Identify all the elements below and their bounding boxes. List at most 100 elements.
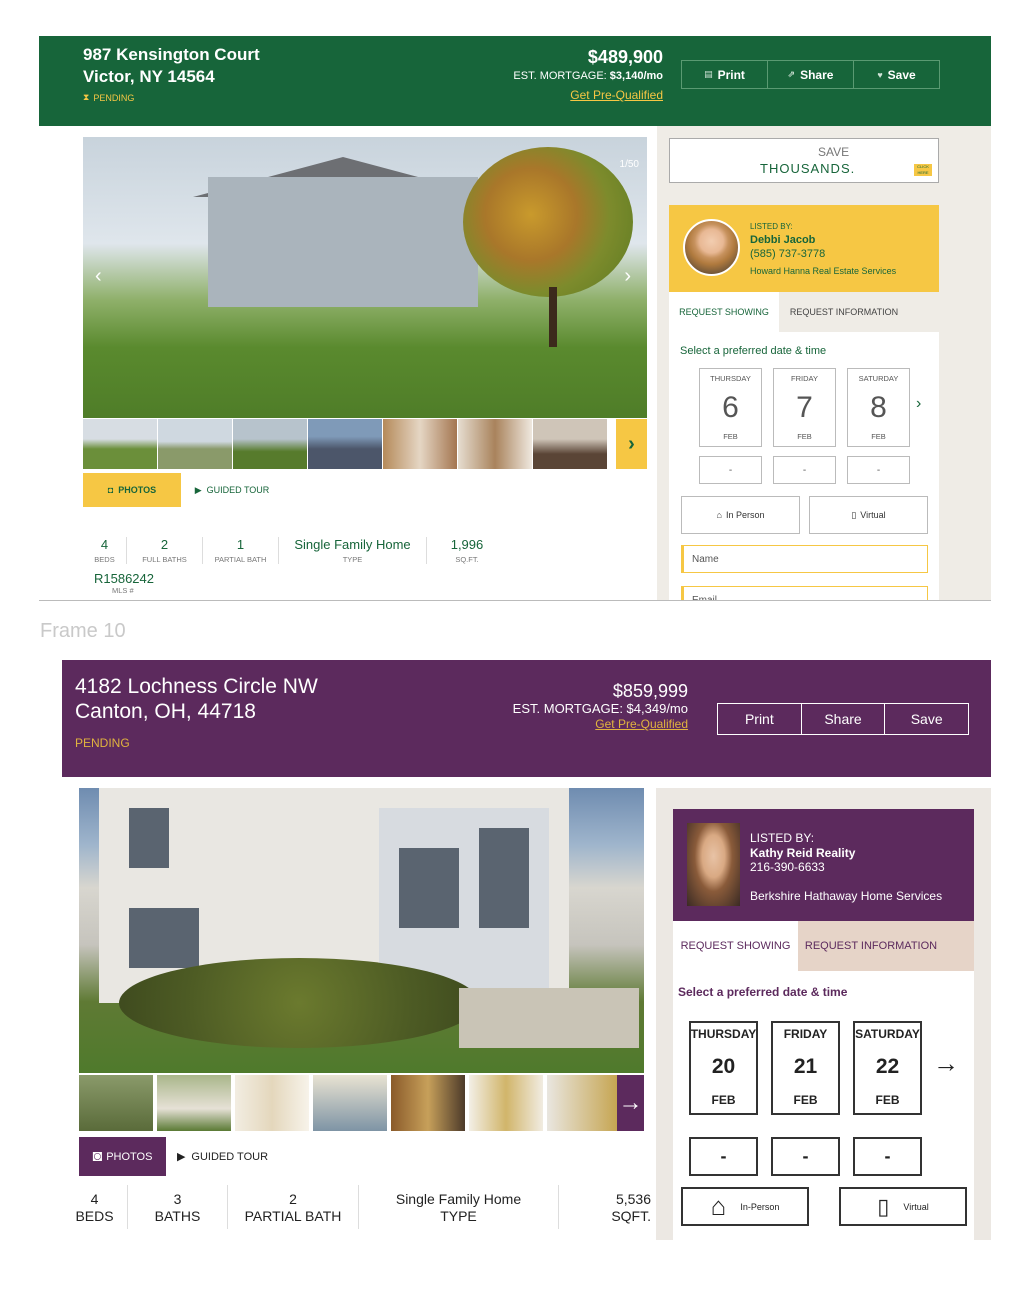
chevron-right-icon[interactable]: ›	[616, 419, 647, 469]
thumbnail[interactable]	[83, 419, 157, 469]
agent-card: LISTED BY: Debbi Jacob (585) 737-3778 Ho…	[669, 205, 939, 292]
fact-value: 1,996	[450, 537, 484, 552]
day-number: 20	[711, 1055, 736, 1078]
thumbnail[interactable]	[458, 419, 532, 469]
house-icon: ⌂	[710, 1191, 727, 1221]
tab-guided-tour[interactable]: ▶ GUIDED TOUR	[181, 473, 283, 507]
save-button[interactable]: ♥ Save	[854, 61, 939, 88]
prequalified-link[interactable]: Get Pre-Qualified	[595, 717, 688, 731]
play-icon: ▶	[176, 1151, 186, 1163]
month: FEB	[723, 432, 738, 441]
tab-request-showing[interactable]: REQUEST SHOWING	[673, 921, 798, 971]
date-option[interactable]: THURSDAY 6 FEB	[699, 368, 762, 447]
listing-price: $859,999	[612, 681, 688, 701]
main-photo[interactable]: 1/50 ‹ ›	[83, 137, 647, 418]
listing-frame-purple: 4182 Lochness Circle NW Canton, OH, 4471…	[62, 660, 991, 1250]
address-line-2: Canton, OH, 44718	[75, 700, 256, 723]
prev-photo-icon[interactable]: ‹	[95, 265, 102, 288]
time-picker: - - -	[699, 456, 910, 484]
shrubs	[119, 958, 479, 1048]
print-button[interactable]: Print	[718, 704, 802, 734]
tab-photos[interactable]: ◘ PHOTOS	[83, 473, 181, 507]
agent-phone[interactable]: (585) 737-3778	[750, 248, 825, 260]
time-picker: - - -	[689, 1137, 922, 1176]
thumbnail[interactable]	[391, 1075, 465, 1131]
time-select[interactable]: -	[853, 1137, 922, 1176]
date-option[interactable]: SATURDAY 22 FEB	[853, 1021, 922, 1115]
agent-company: Berkshire Hathaway Home Services	[750, 889, 943, 903]
in-person-label: In-Person	[740, 1201, 780, 1212]
sidebar: LISTED BY: Kathy Reid Reality 216-390-66…	[656, 788, 991, 1240]
time-select[interactable]: -	[773, 456, 836, 484]
date-prompt: Select a preferred date & time	[680, 345, 827, 357]
virtual-button[interactable]: ▯ Virtual	[839, 1187, 967, 1226]
tab-guided-tour[interactable]: ▶ GUIDED TOUR	[166, 1137, 279, 1176]
tab-request-showing[interactable]: REQUEST SHOWING	[669, 292, 779, 332]
time-select[interactable]: -	[771, 1137, 840, 1176]
date-option[interactable]: FRIDAY 21 FEB	[771, 1021, 840, 1115]
fact-partial-bath: 1 PARTIAL BATH	[203, 537, 279, 564]
thumbnail[interactable]	[313, 1075, 387, 1131]
in-person-button[interactable]: ⌂ In-Person	[681, 1187, 809, 1226]
listing-frame-green: 987 Kensington Court Victor, NY 14564 ⧗ …	[39, 36, 991, 601]
tab-photos[interactable]: ◙ PHOTOS	[79, 1137, 166, 1176]
share-button[interactable]: Share	[802, 704, 886, 734]
prequalified-link[interactable]: Get Pre-Qualified	[570, 88, 663, 102]
thumbnail[interactable]	[233, 419, 307, 469]
tab-request-information[interactable]: REQUEST INFORMATION	[798, 921, 944, 971]
thumbnail[interactable]	[308, 419, 382, 469]
ad-cta[interactable]: CLICK HERE	[914, 164, 932, 176]
ad-line-1: SAVE	[818, 145, 850, 159]
thumbnail[interactable]	[157, 1075, 231, 1131]
fact-baths: 3 BATHS	[128, 1185, 228, 1229]
email-field[interactable]: Email	[681, 586, 928, 601]
tab-request-information[interactable]: REQUEST INFORMATION	[779, 292, 909, 332]
print-label: Print	[717, 67, 745, 82]
thumbnail[interactable]	[79, 1075, 153, 1131]
address-line-2: Victor, NY 14564	[83, 67, 215, 86]
next-photo-icon[interactable]: ›	[624, 265, 631, 288]
save-button[interactable]: Save	[885, 704, 968, 734]
share-button[interactable]: ⇗ Share	[768, 61, 854, 88]
property-facts: 4 BEDS 2 FULL BATHS 1 PARTIAL BATH Single F…	[83, 537, 507, 564]
status-text: PENDING	[93, 92, 135, 103]
thumbnail[interactable]	[158, 419, 232, 469]
thumbnail[interactable]	[533, 419, 607, 469]
arrow-right-icon[interactable]: →	[933, 1048, 959, 1079]
showing-mode: ⌂ In Person ▯ Virtual	[681, 496, 928, 534]
thumbnail[interactable]	[235, 1075, 309, 1131]
fact-partial-bath: 2 PARTIAL BATH	[228, 1185, 359, 1229]
name-field[interactable]: Name	[681, 545, 928, 573]
main-photo[interactable]	[79, 788, 644, 1073]
in-person-button[interactable]: ⌂ In Person	[681, 496, 800, 534]
time-select[interactable]: -	[689, 1137, 758, 1176]
thumbnail[interactable]	[547, 1075, 621, 1131]
thumbnail[interactable]	[469, 1075, 543, 1131]
month: FEB	[711, 1093, 736, 1107]
status-badge: ⧗ PENDING	[83, 92, 134, 103]
address-line-1: 987 Kensington Court	[83, 45, 260, 64]
time-select[interactable]: -	[847, 456, 910, 484]
save-label: Save	[887, 67, 916, 82]
camera-icon: ◘	[107, 485, 114, 495]
date-option[interactable]: THURSDAY 20 FEB	[689, 1021, 758, 1115]
date-option[interactable]: SATURDAY 8 FEB	[847, 368, 910, 447]
agent-phone[interactable]: 216-390-6633	[750, 860, 825, 874]
date-option[interactable]: FRIDAY 7 FEB	[773, 368, 836, 447]
time-select[interactable]: -	[699, 456, 762, 484]
chevron-right-icon[interactable]: ›	[916, 395, 921, 413]
thumbnail[interactable]	[383, 419, 457, 469]
fact-value: Single Family Home	[395, 1190, 522, 1207]
virtual-button[interactable]: ▯ Virtual	[809, 496, 928, 534]
listed-by-label: LISTED BY:	[750, 222, 793, 231]
day-of-week: SATURDAY	[858, 374, 899, 383]
virtual-label: Virtual	[903, 1201, 929, 1212]
ad-line-2: THOUSANDS.	[760, 161, 856, 176]
arrow-right-icon[interactable]: →	[617, 1075, 644, 1131]
request-form: Select a preferred date & time THURSDAY 6…	[669, 332, 939, 601]
agent-name[interactable]: Debbi Jacob	[750, 234, 815, 246]
print-button[interactable]: ▤ Print	[682, 61, 768, 88]
ad-banner[interactable]: SAVE THOUSANDS. CLICK HERE	[669, 138, 939, 183]
agent-name[interactable]: Kathy Reid Reality	[750, 846, 855, 860]
avatar	[687, 823, 740, 906]
